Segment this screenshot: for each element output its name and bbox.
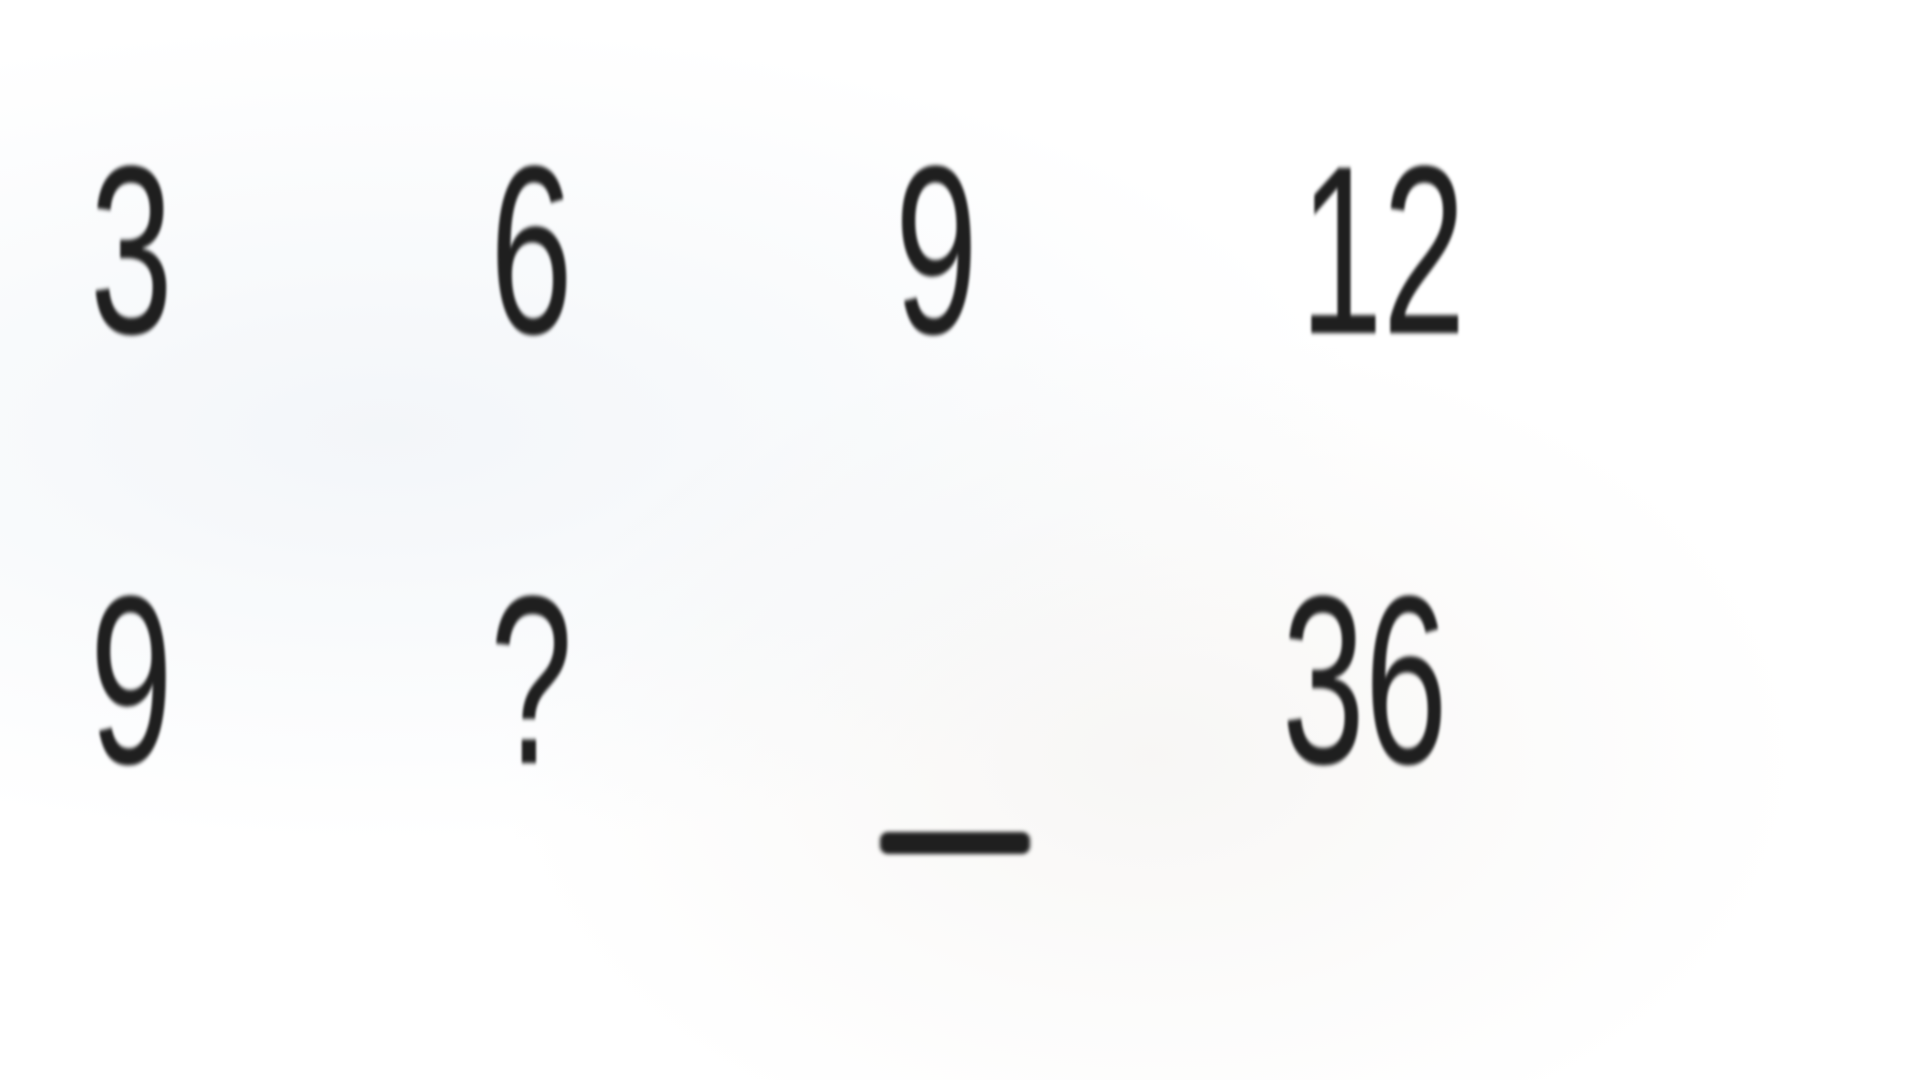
row1-cell-4: 12 <box>1300 116 1466 384</box>
row2-cell-4: 36 <box>1282 546 1448 814</box>
row2-cell-1: 9 <box>90 546 173 814</box>
row2-cell-2-unknown: ? <box>490 546 573 814</box>
row2-cell-3-blank <box>880 832 1030 854</box>
number-puzzle: 3 6 9 12 9 ? 36 <box>0 0 1920 1080</box>
row1-cell-3: 9 <box>895 116 978 384</box>
row1-cell-1: 3 <box>90 116 173 384</box>
row1-cell-2: 6 <box>490 116 573 384</box>
